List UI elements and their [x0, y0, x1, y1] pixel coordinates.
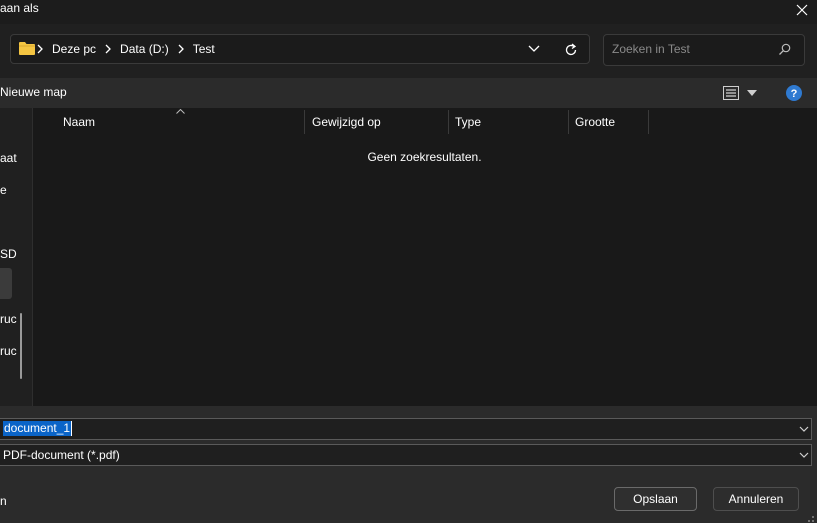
filename-value[interactable]: document_1 [3, 421, 73, 436]
save-button[interactable]: Opslaan [614, 487, 697, 511]
chevron-right-icon [178, 44, 184, 54]
hide-folders-toggle[interactable]: n [0, 494, 7, 508]
chevron-right-icon [37, 44, 43, 54]
column-divider[interactable] [648, 110, 649, 134]
empty-state-message: Geen zoekresultaten. [367, 150, 482, 164]
view-dropdown-icon[interactable] [747, 90, 757, 96]
address-dropdown-icon[interactable] [528, 45, 540, 53]
filetype-dropdown-icon[interactable] [799, 452, 809, 458]
filename-dropdown-icon[interactable] [799, 426, 809, 432]
nav-item-selected[interactable] [0, 268, 12, 299]
svg-text:?: ? [791, 88, 798, 100]
refresh-icon[interactable] [564, 43, 578, 57]
nav-item[interactable]: e [0, 183, 7, 197]
column-header-modified[interactable]: Gewijzigd op [312, 115, 381, 129]
column-header-name[interactable]: Naam [63, 115, 95, 129]
filetype-select[interactable] [0, 444, 812, 466]
new-folder-button[interactable]: Nieuwe map [0, 85, 67, 99]
nav-scrollbar[interactable] [20, 313, 22, 379]
column-divider[interactable] [448, 110, 449, 134]
column-divider[interactable] [568, 110, 569, 134]
breadcrumb-item-test[interactable]: Test [193, 42, 215, 56]
close-button[interactable] [787, 0, 817, 20]
filename-field[interactable] [0, 418, 812, 440]
column-header-type[interactable]: Type [455, 115, 481, 129]
breadcrumb: Deze pc Data (D:) Test [36, 42, 215, 56]
column-header-size[interactable]: Grootte [575, 115, 615, 129]
nav-item[interactable]: ruc [0, 312, 17, 326]
title-bar [0, 0, 817, 24]
view-options-icon[interactable] [723, 86, 739, 100]
resize-grip-icon[interactable] [805, 513, 815, 523]
help-icon[interactable]: ? [786, 85, 802, 101]
filetype-value: PDF-document (*.pdf) [3, 448, 120, 462]
column-divider[interactable] [304, 110, 305, 134]
sort-ascending-icon [176, 109, 185, 114]
search-placeholder: Zoeken in Test [612, 42, 690, 56]
breadcrumb-item-data-drive[interactable]: Data (D:) [120, 42, 169, 56]
breadcrumb-item-this-pc[interactable]: Deze pc [52, 42, 96, 56]
folder-icon [19, 42, 35, 55]
search-icon[interactable] [778, 43, 791, 56]
close-icon [796, 4, 808, 16]
nav-item[interactable]: SD [0, 247, 17, 261]
chevron-right-icon [105, 44, 111, 54]
nav-item[interactable]: ruc [0, 344, 17, 358]
command-bar [0, 78, 817, 108]
window-title: aan als [0, 1, 39, 15]
cancel-button[interactable]: Annuleren [713, 487, 799, 511]
